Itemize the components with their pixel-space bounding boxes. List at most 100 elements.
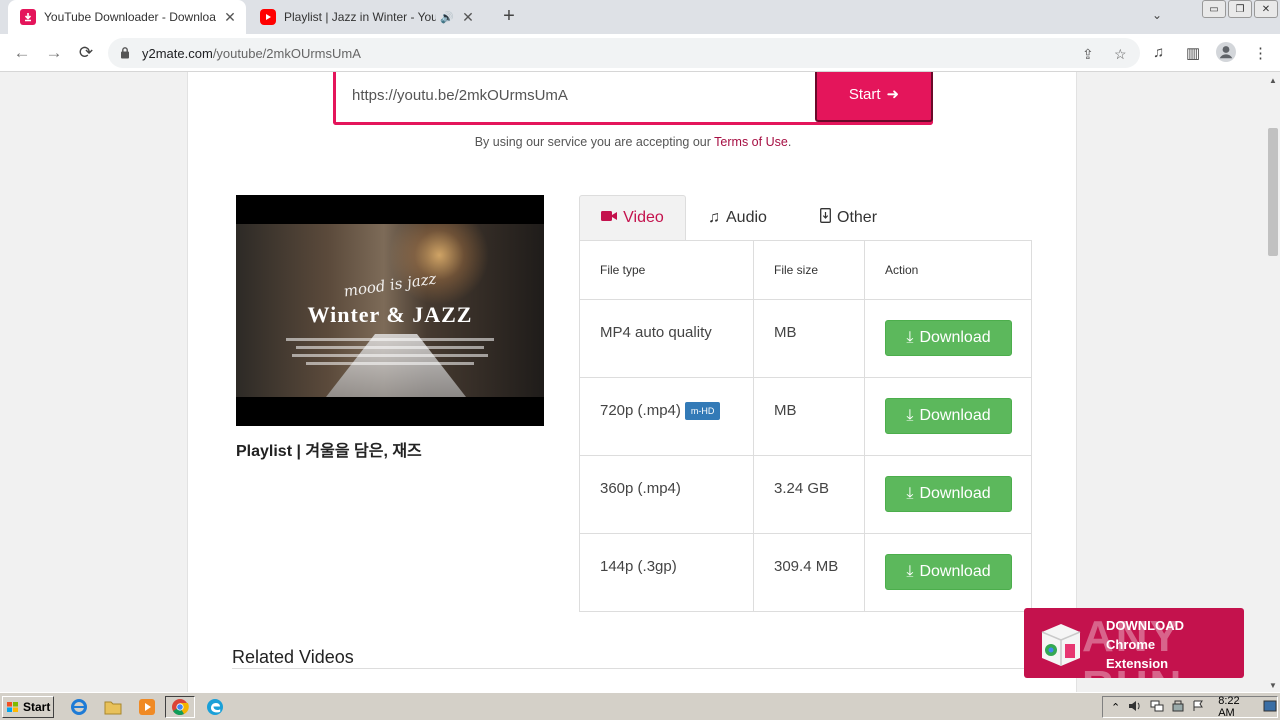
- media-player-icon[interactable]: [137, 697, 157, 717]
- tab-audio[interactable]: ♫ Audio: [708, 195, 767, 241]
- browser-toolbar: ← → ⟳ y2mate.com/youtube/2mkOUrmsUmA ⇪ ☆…: [0, 34, 1280, 72]
- action-cell: ⤓ Download: [865, 456, 1031, 533]
- video-camera-icon: [601, 209, 618, 227]
- video-title: Playlist | 겨울을 담은, 재즈: [236, 443, 422, 460]
- download-label: Download: [919, 329, 991, 346]
- banner-line-download: DOWNLOAD: [1106, 618, 1184, 633]
- hd-badge: m-HD: [684, 402, 721, 420]
- side-panel-icon[interactable]: ▥: [1186, 44, 1200, 62]
- header-file-type: File type: [580, 241, 754, 299]
- download-button[interactable]: ⤓ Download: [885, 554, 1012, 590]
- thumbnail-title-text: Winter & JAZZ: [307, 302, 473, 327]
- media-control-icon[interactable]: ♫: [1153, 44, 1164, 61]
- thumbnail-tracklist-line: [286, 338, 494, 341]
- security-icon[interactable]: [1172, 700, 1184, 715]
- profile-avatar-icon[interactable]: [1215, 41, 1237, 67]
- related-videos-heading: Related Videos: [232, 647, 354, 667]
- chrome-extension-banner[interactable]: ANY RUN DOWNLOAD Chrome Extension: [1024, 608, 1244, 678]
- download-button[interactable]: ⤓ Download: [885, 398, 1012, 434]
- file-type-cell: 720p (.mp4) m-HD: [580, 378, 754, 455]
- chrome-taskbar-icon[interactable]: [165, 696, 195, 718]
- download-label: Download: [919, 485, 991, 502]
- browser-tabbar: YouTube Downloader - Download Yo ✕ Playl…: [0, 0, 1280, 34]
- tab-close-icon[interactable]: ✕: [460, 9, 476, 26]
- reload-icon[interactable]: ⟳: [75, 42, 97, 64]
- header-action: Action: [885, 263, 919, 277]
- tray-expand-icon[interactable]: ⌃: [1111, 701, 1120, 714]
- minimize-icon[interactable]: ▭: [1202, 0, 1226, 18]
- network-icon[interactable]: [1150, 700, 1164, 715]
- extension-banner-text: DOWNLOAD Chrome Extension: [1106, 616, 1184, 673]
- tab-close-icon[interactable]: ✕: [222, 9, 238, 26]
- action-cell: ⤓ Download: [865, 534, 1031, 611]
- banner-line-extension: Extension: [1106, 656, 1169, 671]
- download-icon: ⤓: [906, 563, 914, 580]
- file-explorer-icon[interactable]: [103, 697, 123, 717]
- tab-other[interactable]: Other: [820, 195, 877, 241]
- search-form: Start ➜: [333, 72, 933, 125]
- y2mate-favicon-icon: [20, 9, 36, 25]
- scrollbar-thumb[interactable]: [1268, 128, 1278, 256]
- forward-arrow-icon[interactable]: →: [43, 42, 65, 64]
- share-icon[interactable]: ⇪: [1082, 46, 1094, 63]
- tab-audio-label: Audio: [726, 209, 767, 226]
- tab-video[interactable]: Video: [579, 195, 686, 241]
- download-label: Download: [919, 407, 991, 424]
- file-size-cell: 309.4 MB: [754, 534, 865, 611]
- scroll-up-icon[interactable]: ▲: [1268, 76, 1278, 85]
- internet-explorer-icon[interactable]: [69, 697, 89, 717]
- main-content: Start ➜ By using our service you are acc…: [187, 72, 1077, 692]
- video-url-input[interactable]: [336, 72, 814, 122]
- terms-suffix: .: [787, 135, 792, 149]
- table-row: MP4 auto quality MB ⤓ Download: [580, 299, 1031, 377]
- browser-menu-icon[interactable]: ⋮: [1253, 44, 1268, 62]
- action-center-flag-icon[interactable]: [1192, 700, 1204, 715]
- music-note-icon: ♫: [708, 209, 720, 226]
- arrow-right-icon: ➜: [886, 86, 900, 103]
- download-button[interactable]: ⤓ Download: [885, 476, 1012, 512]
- show-desktop-icon[interactable]: [1263, 700, 1277, 715]
- table-row: 360p (.mp4) 3.24 GB ⤓ Download: [580, 455, 1031, 533]
- speaker-icon[interactable]: 🔊: [440, 11, 454, 24]
- snowy-street-graphic: [326, 334, 466, 397]
- start-button[interactable]: Start: [2, 696, 54, 718]
- tab-video-label: Video: [623, 209, 664, 226]
- page-viewport: Start ➜ By using our service you are acc…: [0, 72, 1266, 692]
- windows-logo-icon: [7, 702, 18, 712]
- thumbnail-image: mood is jazz Winter & JAZZ: [236, 224, 544, 397]
- file-size-cell: MB: [754, 300, 865, 377]
- thumbnail-tracklist-line: [292, 354, 488, 357]
- new-tab-button[interactable]: +: [498, 6, 520, 28]
- file-type-cell: 360p (.mp4): [580, 456, 754, 533]
- url-host: y2mate.com: [142, 46, 213, 61]
- header-file-size: File size: [754, 241, 865, 299]
- download-icon: ⤓: [906, 485, 914, 502]
- table-header-row: File type File size Action: [580, 240, 1031, 299]
- back-arrow-icon[interactable]: ←: [11, 42, 33, 64]
- youtube-favicon-icon: [260, 9, 276, 25]
- scroll-down-icon[interactable]: ▼: [1268, 681, 1278, 690]
- close-window-icon[interactable]: ✕: [1254, 0, 1278, 18]
- tab-youtube-downloader[interactable]: YouTube Downloader - Download Yo ✕: [8, 0, 246, 34]
- extension-box-icon: [1041, 624, 1081, 666]
- start-button[interactable]: Start ➜: [815, 72, 933, 122]
- file-icon: [820, 208, 831, 228]
- tab-youtube-playlist[interactable]: Playlist | Jazz in Winter - YouTub 🔊 ✕: [248, 0, 484, 34]
- page-scrollbar[interactable]: ▲ ▼: [1266, 72, 1280, 692]
- edge-browser-icon[interactable]: [205, 697, 225, 717]
- address-bar[interactable]: y2mate.com/youtube/2mkOUrmsUmA ⇪ ☆: [108, 38, 1140, 68]
- lock-icon: [120, 46, 130, 64]
- window-controls: ▭ ❐ ✕: [1202, 0, 1278, 18]
- file-type-cell: MP4 auto quality: [580, 300, 754, 377]
- url-text[interactable]: y2mate.com/youtube/2mkOUrmsUmA: [142, 46, 361, 61]
- bookmark-star-icon[interactable]: ☆: [1114, 46, 1127, 63]
- file-size-cell: MB: [754, 378, 865, 455]
- download-button[interactable]: ⤓ Download: [885, 320, 1012, 356]
- restore-icon[interactable]: ❐: [1228, 0, 1252, 18]
- terms-notice: By using our service you are accepting o…: [188, 135, 1078, 149]
- tab-search-chevron-icon[interactable]: ⌄: [1152, 8, 1162, 22]
- table-row: 144p (.3gp) 309.4 MB ⤓ Download: [580, 533, 1031, 611]
- volume-icon[interactable]: [1128, 700, 1142, 715]
- terms-of-use-link[interactable]: Terms of Use: [714, 135, 788, 149]
- related-divider: [232, 668, 1032, 669]
